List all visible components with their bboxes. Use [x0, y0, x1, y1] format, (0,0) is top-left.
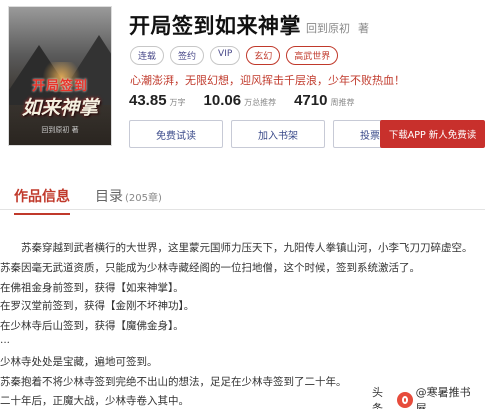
- stat-word-count: 43.85 万字: [129, 92, 186, 109]
- tag-vip[interactable]: VIP: [210, 46, 241, 65]
- tab-book-info[interactable]: 作品信息: [14, 186, 70, 215]
- tag-subgenre[interactable]: 高武世界: [286, 46, 339, 65]
- stat-value: 43.85: [129, 92, 167, 109]
- stat-total-recommend: 10.06 万总推荐: [204, 92, 277, 109]
- watermark-logo-icon: [396, 392, 413, 408]
- add-to-shelf-button[interactable]: 加入书架: [231, 120, 325, 148]
- tag-signed[interactable]: 签约: [170, 46, 205, 65]
- synopsis-line: 苏秦抱着不将少林寺签到完绝不出山的想法，足足在少林寺签到了二十年。: [0, 376, 347, 388]
- tab-directory[interactable]: 目录 (205章): [95, 186, 162, 206]
- book-slogan: 心潮澎湃，无限幻想，迎风挥击千层浪，少年不败热血！: [130, 74, 405, 87]
- author-name[interactable]: 回到原初: [306, 22, 350, 35]
- stat-value: 10.06: [203, 92, 242, 109]
- watermark-prefix: 头条: [372, 386, 383, 409]
- synopsis-line: 在少林寺后山签到，获得【魔佛金身】。: [0, 320, 184, 332]
- watermark: 头条 @寒暑推书屋: [368, 382, 485, 409]
- stat-unit: 周推荐: [330, 98, 355, 107]
- tag-list: 连载 签约 VIP 玄幻 高武世界: [130, 46, 339, 65]
- book-cover[interactable]: 开局签到 如来神掌 回到原初 著: [8, 6, 112, 146]
- cover-title-main: 如来神掌: [21, 97, 98, 119]
- book-title: 开局签到如来神掌: [129, 14, 301, 38]
- book-author: 回到原初著: [306, 20, 369, 36]
- cover-author: 回到原初 著: [41, 126, 79, 134]
- tab-directory-label: 目录: [95, 189, 123, 205]
- stat-weekly-recommend: 4710 周推荐: [294, 92, 354, 109]
- synopsis-line: 少林寺处处是宝藏，遍地可签到。: [0, 356, 158, 368]
- download-app-button[interactable]: 下载APP 新人免费读: [380, 120, 485, 148]
- chapter-count: (205章): [125, 193, 162, 204]
- synopsis-line: 二十年后，正魔大战，少林寺卷入其中。: [0, 395, 189, 407]
- synopsis-line: 苏秦因毫无武道资质，只能成为少林寺藏经阁的一位扫地僧，这个时候，签到系统激活了。: [0, 262, 420, 274]
- stat-value: 4710: [294, 92, 328, 109]
- book-stats: 43.85 万字 10.06 万总推荐 4710 周推荐: [129, 92, 372, 109]
- synopsis-line: ...: [0, 334, 11, 346]
- tag-serializing[interactable]: 连载: [130, 46, 165, 65]
- synopsis-line: 苏秦穿越到武者横行的大世界，这里蒙元国师力压天下，九阳传人拳镇山河，小李飞刀刀碎…: [0, 242, 473, 254]
- free-read-button[interactable]: 免费试读: [129, 120, 223, 148]
- stat-unit: 万字: [169, 98, 186, 107]
- watermark-handle: @寒暑推书屋: [415, 386, 471, 409]
- detail-tabs: 作品信息 目录 (205章): [0, 178, 485, 215]
- synopsis-line: 在罗汉堂前签到，获得【金刚不坏神功】。: [0, 300, 195, 312]
- tag-genre[interactable]: 玄幻: [246, 46, 281, 65]
- stat-unit: 万总推荐: [244, 98, 277, 107]
- synopsis-line: 在佛祖金身前签到，获得【如来神掌】。: [0, 282, 184, 294]
- author-suffix: 著: [358, 22, 369, 35]
- cover-title-top: 开局签到: [31, 79, 88, 94]
